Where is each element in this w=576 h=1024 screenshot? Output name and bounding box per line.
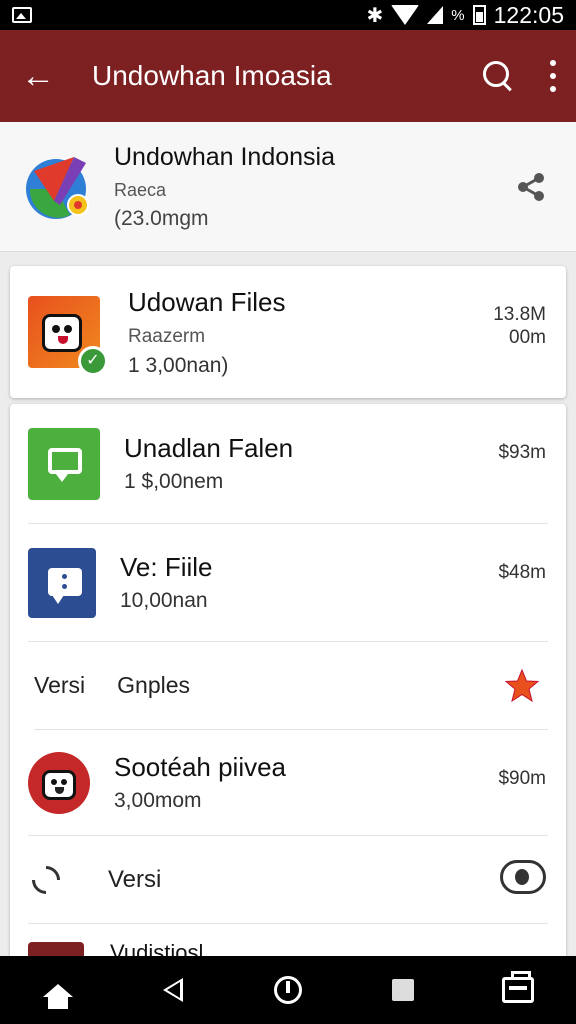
item-detail: 1 3,00nan) bbox=[128, 353, 229, 377]
list-item[interactable]: Ve: Fiile 10,00nan $48m bbox=[28, 524, 548, 642]
back-button[interactable] bbox=[153, 970, 193, 1010]
app-bar: ← Undowhan Imoasia bbox=[0, 30, 576, 122]
recents-icon bbox=[392, 979, 415, 1001]
cart-button[interactable] bbox=[498, 970, 538, 1010]
item-info: Sootéah piivea 3,00mom bbox=[114, 752, 286, 813]
app-name: Undowhan Indonsia bbox=[114, 142, 335, 171]
item-title: Udowan Files bbox=[128, 286, 286, 317]
status-icons: ✱ % 122:05 bbox=[367, 2, 564, 29]
list-item[interactable]: ✓ Udowan Files Raazerm 1 3,00nan) 13.8M … bbox=[28, 266, 548, 398]
featured-card[interactable]: ✓ Udowan Files Raazerm 1 3,00nan) 13.8M … bbox=[10, 266, 566, 398]
message-app-icon bbox=[28, 547, 96, 618]
share-icon[interactable] bbox=[514, 170, 548, 204]
item-size: $90m bbox=[498, 768, 546, 789]
item-info: Unadlan Falen 1 $,00nem bbox=[124, 433, 293, 494]
bluetooth-icon: ✱ bbox=[366, 4, 384, 27]
item-title: Sootéah piivea bbox=[114, 752, 287, 782]
app-bar-actions bbox=[482, 60, 558, 92]
item-info: Udowan Files Raazerm 1 3,00nan) bbox=[128, 287, 286, 378]
app-bar-title: Undowhan Imoasia bbox=[92, 60, 332, 91]
item-detail: 3,00mom bbox=[114, 789, 202, 812]
wifi-icon bbox=[391, 5, 420, 25]
files-app-icon: ✓ bbox=[28, 296, 108, 376]
power-icon bbox=[273, 976, 302, 1004]
red-app-icon bbox=[28, 751, 90, 814]
app-subtitle: Raeca bbox=[114, 179, 167, 200]
versi-row[interactable]: Versi Gnples bbox=[34, 642, 548, 730]
item-size: 13.8M 00m bbox=[493, 304, 546, 350]
recents-button[interactable] bbox=[383, 970, 423, 1010]
overflow-menu-icon[interactable] bbox=[548, 60, 558, 92]
item-size-line2: 00m bbox=[509, 326, 546, 348]
check-icon: ✓ bbox=[78, 346, 108, 376]
item-size: $93m bbox=[498, 442, 546, 463]
versi-label: Versi bbox=[34, 672, 86, 698]
list-item[interactable]: Sootéah piivea 3,00mom $90m bbox=[28, 730, 548, 836]
home-icon bbox=[42, 983, 73, 1009]
versi-toggle-label: Versi bbox=[108, 865, 162, 893]
item-title: Ve: Fiile bbox=[120, 552, 213, 582]
status-bar: ✱ % 122:05 bbox=[0, 0, 576, 30]
item-size: $48m bbox=[498, 562, 546, 583]
toggle-switch[interactable] bbox=[500, 860, 546, 894]
gallery-icon bbox=[12, 7, 32, 23]
app-header-text: Undowhan Indonsia Raeca (23.0mgm bbox=[114, 143, 335, 231]
cart-icon bbox=[502, 971, 535, 1003]
app-logo-icon bbox=[20, 149, 96, 225]
home-button[interactable] bbox=[38, 970, 78, 1010]
signal-icon bbox=[427, 6, 444, 24]
star-icon[interactable] bbox=[504, 668, 540, 704]
item-info: Ve: Fiile 10,00nan bbox=[120, 552, 213, 613]
app-header[interactable]: Undowhan Indonsia Raeca (23.0mgm bbox=[0, 122, 576, 252]
sync-icon bbox=[28, 862, 64, 898]
versi-value: Gnples bbox=[117, 672, 191, 698]
battery-icon bbox=[472, 5, 486, 25]
search-icon[interactable] bbox=[482, 60, 514, 92]
app-list-card: Unadlan Falen 1 $,00nem $93m Ve: Fiile 1… bbox=[10, 404, 566, 964]
back-icon bbox=[162, 978, 183, 1002]
item-title: Unadlan Falen bbox=[124, 433, 294, 463]
app-size: (23.0mgm bbox=[114, 206, 209, 230]
navigation-bar bbox=[0, 956, 576, 1024]
item-subtitle: Raazerm bbox=[128, 325, 206, 347]
item-size-line1: 13.8M bbox=[493, 304, 546, 325]
list-item[interactable]: Unadlan Falen 1 $,00nem $93m bbox=[28, 404, 548, 524]
power-button[interactable] bbox=[268, 970, 308, 1010]
battery-percent: % bbox=[451, 6, 465, 24]
versi-toggle-row[interactable]: Versi bbox=[28, 836, 548, 924]
item-detail: 10,00nan bbox=[120, 589, 208, 612]
item-detail: 1 $,00nem bbox=[124, 470, 224, 493]
clock: 122:05 bbox=[493, 1, 564, 28]
chat-app-icon bbox=[28, 427, 100, 500]
back-arrow-icon[interactable]: ← bbox=[18, 56, 58, 96]
